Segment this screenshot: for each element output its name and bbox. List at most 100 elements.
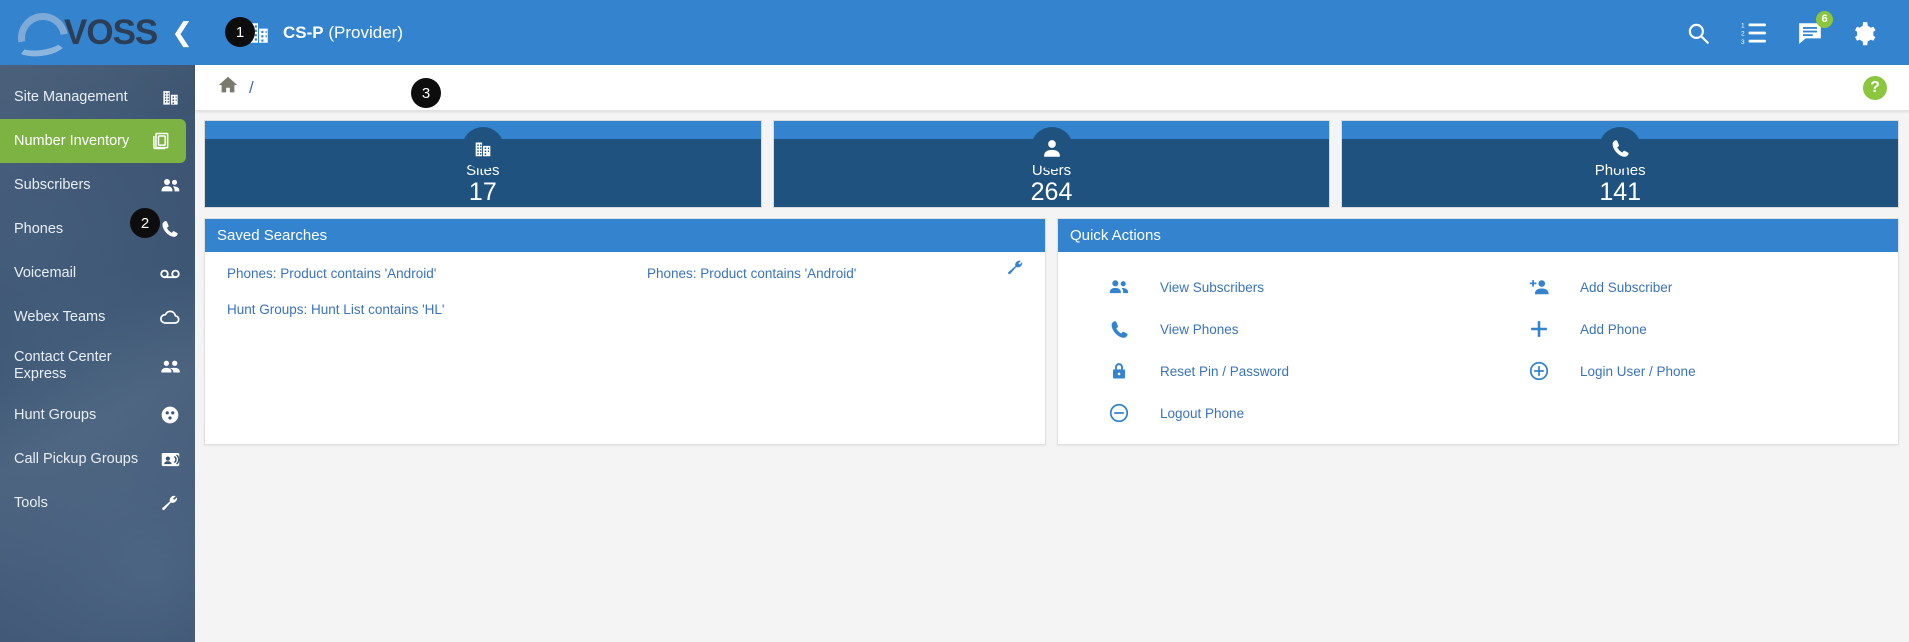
- annotation-marker-1: 1: [225, 17, 255, 47]
- plus-circle-icon: [1526, 360, 1552, 382]
- sidebar-item-label: Hunt Groups: [14, 406, 97, 423]
- cloud-icon: [159, 306, 181, 328]
- quick-actions-panel: Quick Actions View Subscribers View Phon…: [1057, 218, 1899, 445]
- numbered-list-icon[interactable]: 1 2 3: [1739, 18, 1769, 48]
- saved-search-link[interactable]: Phones: Product contains 'Android': [647, 266, 1045, 281]
- sidebar-item-contact-center-express[interactable]: Contact Center Express: [0, 339, 195, 393]
- stat-card-value: 264: [1030, 178, 1073, 206]
- search-icon[interactable]: [1683, 18, 1713, 48]
- saved-searches-panel: Saved Searches Phones: Product contains …: [204, 218, 1046, 445]
- sidebar-item-label: Phones: [14, 220, 64, 237]
- gear-icon[interactable]: [1851, 18, 1881, 48]
- context-label: CS-P (Provider): [283, 23, 403, 43]
- quick-action-label: View Subscribers: [1160, 279, 1265, 295]
- stat-card-users[interactable]: Users 264: [772, 120, 1331, 208]
- message-badge: 6: [1816, 10, 1833, 28]
- question-mark-icon[interactable]: ?: [1863, 75, 1887, 100]
- quick-actions-grid: View Subscribers View Phones Reset Pin /…: [1058, 266, 1898, 434]
- sidebar-item-subscribers[interactable]: Subscribers: [0, 163, 195, 207]
- stat-card-header: [1342, 121, 1899, 169]
- sidebar-item-label: Webex Teams: [14, 308, 106, 325]
- saved-search-link[interactable]: Hunt Groups: Hunt List contains 'HL': [227, 302, 625, 317]
- people-icon: [159, 174, 181, 196]
- application-root: VOSS ❮ CS-P (Provider) 1 2 3 6 Site Mana…: [0, 0, 1909, 642]
- stat-card-value: 141: [1599, 178, 1642, 206]
- voicemail-icon: [159, 262, 181, 284]
- stat-card-header: [773, 121, 1330, 169]
- sidebar-menu: Site Management Number Inventory Subscri…: [0, 65, 195, 525]
- sidebar-item-label: Voicemail: [14, 264, 77, 281]
- phone-icon: [159, 218, 181, 240]
- quick-actions-body: View Subscribers View Phones Reset Pin /…: [1058, 252, 1898, 444]
- person-icon: [1030, 127, 1073, 169]
- sidebar-item-tools[interactable]: Tools: [0, 481, 195, 525]
- quick-action-label: Add Phone: [1580, 321, 1647, 337]
- message-icon[interactable]: 6: [1795, 10, 1833, 48]
- sidebar-item-label: Subscribers: [14, 176, 91, 193]
- wrench-icon[interactable]: [1006, 258, 1025, 282]
- phone-icon: [1599, 127, 1642, 169]
- sidebar-item-label: Tools: [14, 494, 48, 511]
- chevron-left-icon[interactable]: ❮: [171, 20, 193, 46]
- number-inventory-icon: [150, 130, 172, 152]
- stat-card-header: [205, 121, 761, 169]
- sidebar-item-phones[interactable]: Phones: [0, 207, 195, 251]
- sidebar-item-hunt-groups[interactable]: Hunt Groups: [0, 393, 195, 437]
- dashboard-content: Sites 17 Users 264 Phones 141 Saved Sear…: [195, 111, 1909, 445]
- phone-icon: [1106, 319, 1132, 340]
- quick-action-login-user-phone[interactable]: Login User / Phone: [1526, 350, 1898, 392]
- panel-title: Saved Searches: [205, 219, 1045, 252]
- quick-actions-column-right: Add Subscriber Add Phone Login User / Ph…: [1478, 266, 1898, 434]
- sidebar-item-voicemail[interactable]: Voicemail: [0, 251, 195, 295]
- stat-card-row: Sites 17 Users 264 Phones 141: [204, 120, 1900, 208]
- quick-action-view-phones[interactable]: View Phones: [1106, 308, 1478, 350]
- quick-action-label: Add Subscriber: [1580, 279, 1673, 295]
- quick-action-add-phone[interactable]: Add Phone: [1526, 308, 1898, 350]
- site-building-icon: [159, 86, 181, 108]
- saved-searches-body: Phones: Product contains 'Android' Hunt …: [205, 252, 1045, 444]
- saved-searches-column-left: Phones: Product contains 'Android' Hunt …: [205, 266, 625, 338]
- stat-card-sites[interactable]: Sites 17: [204, 120, 762, 208]
- panel-row: Saved Searches Phones: Product contains …: [204, 218, 1899, 445]
- context-role: (Provider): [328, 22, 403, 42]
- call-pickup-icon: [159, 448, 181, 470]
- sidebar-item-label: Contact Center Express: [14, 349, 112, 382]
- hunt-group-icon: [159, 404, 181, 426]
- quick-action-label: View Phones: [1160, 321, 1239, 337]
- page-body: Site Management Number Inventory Subscri…: [0, 65, 1909, 642]
- sidebar-item-site-management[interactable]: Site Management: [0, 75, 195, 119]
- home-icon[interactable]: [217, 74, 239, 101]
- svg-text:1: 1: [1741, 22, 1745, 29]
- lock-icon: [1106, 361, 1132, 381]
- voss-logo-text: VOSS: [64, 13, 158, 52]
- sidebar-item-webex-teams[interactable]: Webex Teams: [0, 295, 195, 339]
- breadcrumb: / ?: [195, 65, 1909, 111]
- brand-area: VOSS ❮: [0, 0, 195, 73]
- building-icon: [461, 127, 504, 169]
- annotation-marker-3: 3: [411, 78, 441, 108]
- sidebar-item-label: Site Management: [14, 88, 128, 105]
- context-selector[interactable]: CS-P (Provider): [245, 20, 403, 46]
- saved-searches-grid: Phones: Product contains 'Android' Hunt …: [205, 266, 1045, 338]
- quick-actions-column-left: View Subscribers View Phones Reset Pin /…: [1058, 266, 1478, 434]
- main-content: / ? Sites 17 Users 264 Phones 141 Saved …: [195, 65, 1909, 642]
- stat-card-phones[interactable]: Phones 141: [1341, 120, 1900, 208]
- saved-search-link[interactable]: Phones: Product contains 'Android': [227, 266, 625, 281]
- saved-searches-column-right: Phones: Product contains 'Android': [625, 266, 1045, 338]
- quick-action-reset-pin-password[interactable]: Reset Pin / Password: [1106, 350, 1478, 392]
- panel-title: Quick Actions: [1058, 219, 1898, 252]
- quick-action-label: Login User / Phone: [1580, 363, 1696, 379]
- quick-action-view-subscribers[interactable]: View Subscribers: [1106, 266, 1478, 308]
- sidebar-item-number-inventory[interactable]: Number Inventory: [0, 119, 186, 163]
- breadcrumb-separator: /: [249, 77, 254, 97]
- plus-icon: [1526, 318, 1552, 340]
- minus-circle-icon: [1106, 402, 1132, 424]
- quick-action-logout-phone[interactable]: Logout Phone: [1106, 392, 1478, 434]
- sidebar-item-call-pickup-groups[interactable]: Call Pickup Groups: [0, 437, 195, 481]
- annotation-marker-2: 2: [130, 208, 160, 238]
- top-bar-actions: 1 2 3 6: [1683, 10, 1909, 48]
- quick-action-add-subscriber[interactable]: Add Subscriber: [1526, 266, 1898, 308]
- person-add-icon: [1526, 276, 1552, 298]
- people-icon: [1106, 276, 1132, 298]
- sidebar-item-label: Call Pickup Groups: [14, 450, 139, 467]
